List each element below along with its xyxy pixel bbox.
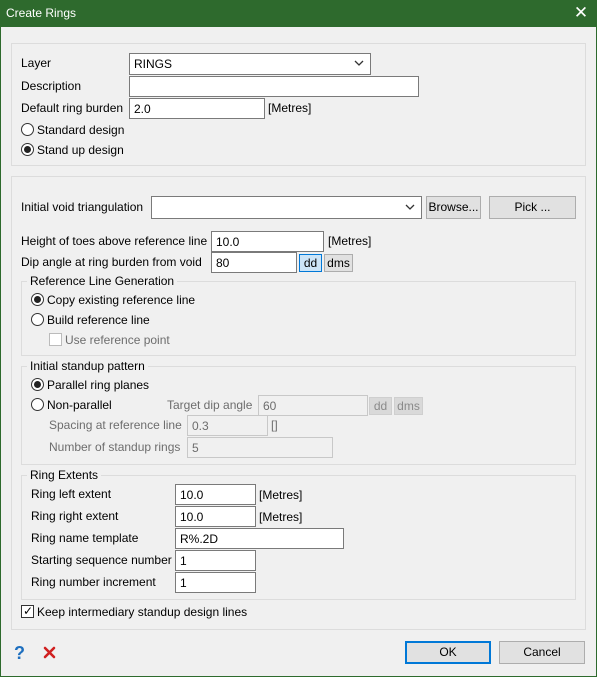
- description-label: Description: [21, 79, 82, 93]
- keep-lines-label[interactable]: Keep intermediary standup design lines: [37, 605, 247, 619]
- target-dd-button[interactable]: dd: [369, 397, 392, 415]
- cancel-button[interactable]: Cancel: [499, 641, 585, 664]
- browse-button[interactable]: Browse...: [426, 196, 481, 219]
- non-parallel-radio[interactable]: [31, 398, 44, 411]
- dip-input[interactable]: 80: [211, 252, 297, 273]
- title-bar: Create Rings ✕: [0, 0, 597, 27]
- reference-line-title: Reference Line Generation: [27, 274, 178, 288]
- parallel-label[interactable]: Parallel ring planes: [47, 378, 149, 392]
- ring-increment-label: Ring number increment: [31, 575, 156, 589]
- keep-lines-checkbox[interactable]: [21, 604, 34, 618]
- standup-design-radio[interactable]: [21, 143, 34, 156]
- burden-label: Default ring burden: [21, 101, 124, 115]
- burden-input[interactable]: 2.0: [129, 98, 265, 119]
- ring-name-template-label: Ring name template: [31, 531, 139, 545]
- use-reference-point-checkbox[interactable]: [49, 333, 62, 346]
- ring-name-template-input[interactable]: R%.2D: [175, 528, 344, 549]
- dip-dms-button[interactable]: dms: [324, 254, 353, 272]
- spacing-input[interactable]: 0.3: [187, 415, 268, 436]
- use-reference-point-label: Use reference point: [65, 333, 170, 347]
- svg-text:?: ?: [14, 643, 25, 663]
- toes-unit: [Metres]: [328, 234, 372, 248]
- window-title: Create Rings: [6, 6, 77, 20]
- target-dip-label: Target dip angle: [167, 398, 253, 412]
- build-reference-label[interactable]: Build reference line: [47, 313, 150, 327]
- void-label: Initial void triangulation: [21, 200, 144, 214]
- ring-right-unit: [Metres]: [259, 510, 303, 524]
- num-standup-rings-input[interactable]: 5: [187, 437, 333, 458]
- chevron-down-icon: [354, 60, 364, 66]
- ring-extents-title: Ring Extents: [27, 468, 102, 482]
- parallel-radio[interactable]: [31, 378, 44, 391]
- dip-dd-button[interactable]: dd: [299, 254, 322, 272]
- build-reference-radio[interactable]: [31, 313, 44, 326]
- dip-label: Dip angle at ring burden from void: [21, 255, 202, 269]
- ring-right-input[interactable]: 10.0: [175, 506, 256, 527]
- num-standup-rings-label: Number of standup rings: [49, 440, 181, 454]
- layer-dropdown[interactable]: RINGS: [129, 53, 371, 75]
- layer-value: RINGS: [134, 57, 173, 71]
- description-input[interactable]: [129, 76, 419, 97]
- void-dropdown[interactable]: [151, 196, 422, 219]
- chevron-down-icon: [405, 204, 415, 210]
- starting-sequence-label: Starting sequence number: [31, 553, 172, 567]
- red-x-icon[interactable]: [43, 646, 56, 659]
- ring-right-label: Ring right extent: [31, 509, 119, 523]
- standard-design-label[interactable]: Standard design: [37, 123, 124, 137]
- starting-sequence-input[interactable]: 1: [175, 550, 256, 571]
- ring-left-label: Ring left extent: [31, 487, 112, 501]
- spacing-label: Spacing at reference line: [49, 418, 182, 432]
- question-icon[interactable]: ?: [13, 643, 29, 663]
- standup-pattern-title: Initial standup pattern: [27, 359, 148, 373]
- layer-label: Layer: [21, 56, 52, 70]
- standard-design-radio[interactable]: [21, 123, 34, 136]
- pick-button[interactable]: Pick ...: [489, 196, 576, 219]
- spacing-unit: []: [271, 418, 278, 432]
- close-icon[interactable]: ✕: [570, 2, 592, 24]
- copy-reference-radio[interactable]: [31, 293, 44, 306]
- ring-left-input[interactable]: 10.0: [175, 484, 256, 505]
- ring-left-unit: [Metres]: [259, 488, 303, 502]
- toes-label: Height of toes above reference line: [21, 234, 208, 248]
- ring-increment-input[interactable]: 1: [175, 572, 256, 593]
- copy-reference-label[interactable]: Copy existing reference line: [47, 293, 195, 307]
- target-dip-input[interactable]: 60: [258, 395, 368, 416]
- burden-unit: [Metres]: [268, 101, 312, 115]
- target-dms-button[interactable]: dms: [394, 397, 423, 415]
- non-parallel-label[interactable]: Non-parallel: [47, 398, 112, 412]
- toes-input[interactable]: 10.0: [211, 231, 324, 252]
- ok-button[interactable]: OK: [405, 641, 491, 664]
- standup-design-label[interactable]: Stand up design: [37, 143, 124, 157]
